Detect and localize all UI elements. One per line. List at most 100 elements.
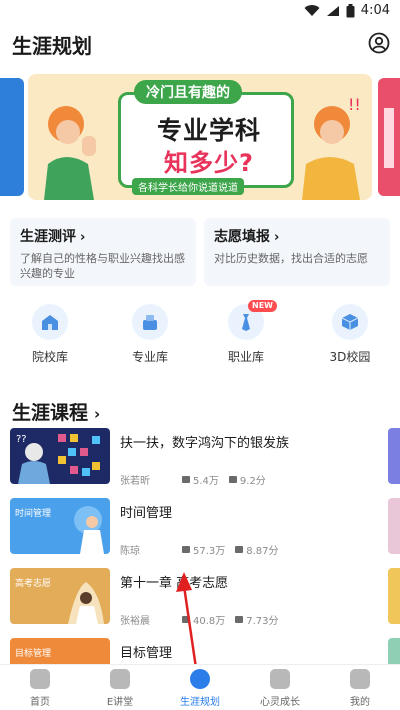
- feather-icon: [270, 669, 290, 689]
- banner-next-slide[interactable]: [378, 78, 400, 196]
- thumbnail-illustration: [74, 506, 104, 554]
- thumbnail-illustration: ??: [16, 434, 100, 484]
- quick-link-label: 3D校园: [329, 350, 371, 364]
- thumbnail-label: 目标管理: [15, 649, 52, 659]
- tab-label: 首页: [30, 697, 50, 708]
- rating-icon: [235, 616, 244, 623]
- section-title-text: 生涯课程: [12, 402, 89, 424]
- school-icon: [32, 304, 68, 340]
- course-views: 57.3万: [193, 546, 226, 557]
- chevron-right-icon: ›: [274, 230, 280, 245]
- tab-label: 心灵成长: [260, 697, 300, 708]
- courses-section-title[interactable]: 生涯课程 ›: [12, 398, 100, 425]
- app-header: 生涯规划: [0, 24, 400, 68]
- course-author: 张若昕: [120, 476, 150, 487]
- user-circle-icon: [368, 32, 390, 54]
- tab-mine[interactable]: 我的: [320, 669, 400, 708]
- tab-label: 生涯规划: [180, 697, 220, 708]
- tab-growth[interactable]: 心灵成长: [240, 669, 320, 708]
- wifi-icon: [304, 4, 320, 16]
- page-title: 生涯规划: [12, 34, 92, 58]
- course-meta: 陈琼 57.3万 8.87分: [120, 542, 279, 557]
- student-illustration-right: !!: [302, 95, 361, 200]
- course-thumbnail: 目标管理: [10, 638, 110, 664]
- video-icon: [110, 669, 130, 689]
- quick-links: 院校库 专业库 职业库 NEW 3D校园: [0, 300, 400, 370]
- card-description: 了解自己的性格与职业兴趣找出感兴趣的专业: [20, 252, 185, 280]
- play-icon: [182, 546, 190, 553]
- svg-text:!!: !!: [348, 95, 361, 114]
- course-thumbnail: 高考志愿: [10, 568, 110, 624]
- next-course-peek[interactable]: [388, 498, 400, 554]
- status-bar: 4:04: [0, 0, 400, 24]
- course-meta: 张若昕 5.4万 9.2分: [120, 472, 266, 487]
- profile-button[interactable]: [368, 32, 390, 54]
- status-icons: 4:04: [304, 3, 390, 18]
- card-description: 对比历史数据，找出合适的志愿: [214, 252, 368, 265]
- tab-home[interactable]: 首页: [0, 669, 80, 708]
- bottom-tab-bar: 首页 E讲堂 生涯规划 心灵成长 我的: [0, 664, 400, 710]
- major-icon: [132, 304, 168, 340]
- banner-prev-slide[interactable]: [0, 78, 24, 196]
- course-score: 8.87分: [246, 546, 279, 557]
- cube-icon: [332, 304, 368, 340]
- tab-label: E讲堂: [106, 697, 134, 708]
- tab-career-planning[interactable]: 生涯规划: [160, 669, 240, 708]
- quick-link-label: 职业库: [227, 350, 264, 364]
- next-course-peek[interactable]: [388, 638, 400, 664]
- play-icon: [182, 476, 190, 483]
- course-item[interactable]: 时间管理 时间管理 陈琼 57.3万 8.87分: [0, 498, 400, 557]
- quick-link-3d-campus[interactable]: 3D校园: [310, 304, 390, 365]
- course-item[interactable]: 高考志愿 第十一章 高考志愿 张裕晨 40.8万 7.73分: [0, 568, 400, 627]
- course-views: 40.8万: [193, 616, 226, 627]
- card-title: 生涯测评: [20, 229, 76, 245]
- banner-speech-bubble: 专业学科 知多少?: [118, 92, 294, 188]
- quick-link-schools[interactable]: 院校库: [10, 304, 90, 365]
- banner-subheadline: 知多少?: [164, 149, 254, 177]
- chevron-right-icon: ›: [80, 230, 86, 245]
- user-icon: [350, 669, 370, 689]
- play-icon: [182, 616, 190, 623]
- course-item[interactable]: ?? 扶一扶，数字鸿沟下的银发族 张若昕 5.4万 9.2分: [0, 428, 400, 487]
- signal-icon: [326, 5, 339, 16]
- course-list[interactable]: ?? 扶一扶，数字鸿沟下的银发族 张若昕 5.4万 9.2分 时间管理 时间管理…: [0, 426, 400, 664]
- card-title: 志愿填报: [214, 229, 270, 245]
- banner-tagline: 冷门且有趣的: [134, 80, 242, 104]
- home-icon: [30, 669, 50, 689]
- course-title: 目标管理: [120, 646, 173, 661]
- battery-icon: [346, 3, 355, 17]
- chevron-right-icon: ›: [94, 405, 101, 423]
- banner-carousel[interactable]: 专业学科 知多少? 冷门且有趣的 各科学长给你说道说道 !!: [0, 72, 400, 204]
- course-author: 张裕晨: [120, 616, 150, 627]
- compass-icon: [190, 669, 210, 689]
- quick-link-majors[interactable]: 专业库: [110, 304, 190, 365]
- quick-link-label: 院校库: [31, 350, 68, 364]
- banner-slide[interactable]: 专业学科 知多少? 冷门且有趣的 各科学长给你说道说道 !!: [28, 74, 372, 200]
- application-filling-card[interactable]: 志愿填报 › 对比历史数据，找出合适的志愿: [204, 218, 390, 286]
- course-thumbnail: ??: [10, 428, 110, 484]
- quick-link-label: 专业库: [131, 350, 168, 364]
- next-course-peek[interactable]: [388, 568, 400, 624]
- course-title: 时间管理: [120, 506, 173, 521]
- quick-link-careers[interactable]: 职业库: [206, 304, 286, 365]
- svg-text:??: ??: [16, 434, 27, 445]
- course-title: 第十一章 高考志愿: [120, 576, 229, 591]
- course-score: 7.73分: [246, 616, 279, 627]
- course-author: 陈琼: [120, 546, 140, 557]
- banner-caption: 各科学长给你说道说道: [132, 178, 244, 195]
- banner-headline: 专业学科: [156, 116, 261, 145]
- course-title: 扶一扶，数字鸿沟下的银发族: [120, 436, 290, 451]
- rating-icon: [235, 546, 244, 553]
- student-illustration-left: [44, 106, 96, 200]
- rating-icon: [228, 476, 237, 483]
- tab-e-lecture[interactable]: E讲堂: [80, 669, 160, 708]
- status-time: 4:04: [360, 3, 390, 18]
- new-badge: NEW: [248, 300, 277, 312]
- course-thumbnail: 时间管理: [10, 498, 110, 554]
- next-course-peek[interactable]: [388, 428, 400, 484]
- course-views: 5.4万: [193, 476, 219, 487]
- course-score: 9.2分: [239, 476, 266, 487]
- career-assessment-card[interactable]: 生涯测评 › 了解自己的性格与职业兴趣找出感兴趣的专业: [10, 218, 196, 286]
- course-item[interactable]: 目标管理 目标管理: [0, 638, 400, 664]
- course-meta: 张裕晨 40.8万 7.73分: [120, 612, 279, 627]
